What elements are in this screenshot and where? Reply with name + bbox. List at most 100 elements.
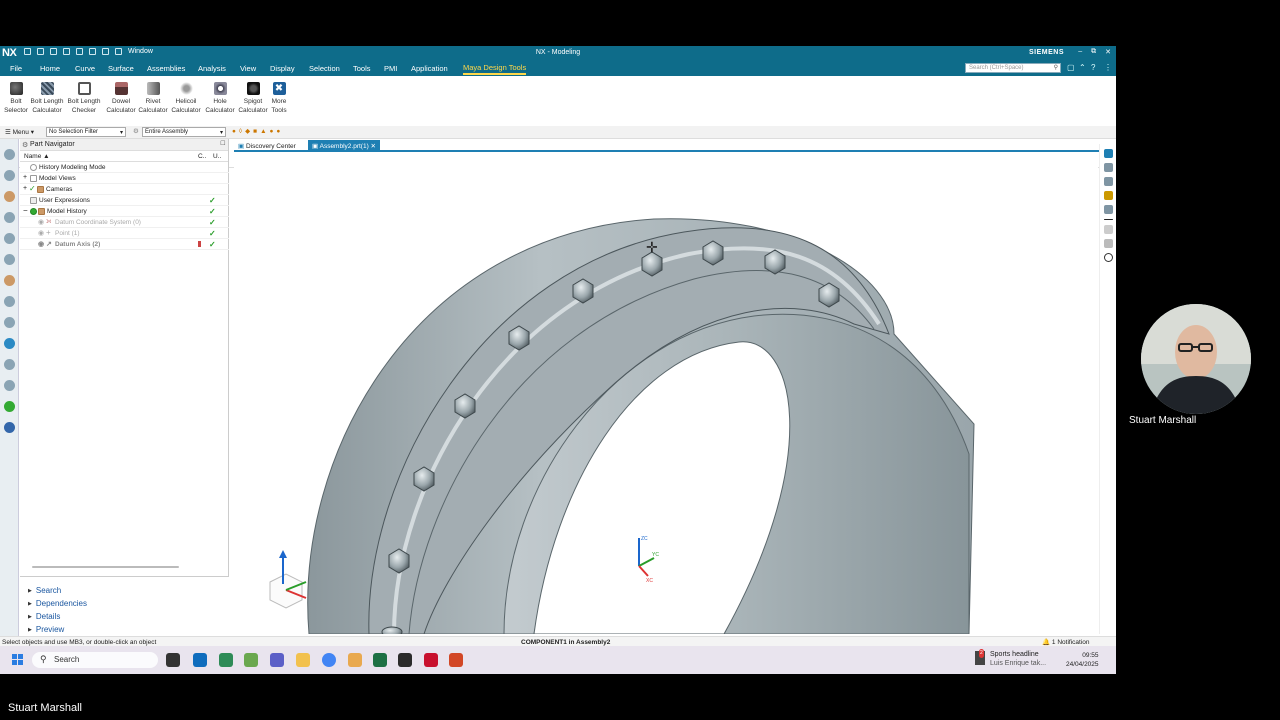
menu-selection[interactable]: Selection bbox=[309, 64, 340, 73]
bolt-length-checker-button[interactable]: Bolt Length Checker bbox=[66, 82, 102, 115]
c-column-header[interactable]: C.. bbox=[198, 153, 206, 160]
minimize-button[interactable]: – bbox=[1078, 48, 1082, 56]
selection-filter-dropdown[interactable]: No Selection Filter ▾ bbox=[46, 127, 126, 137]
selection-scope-dropdown[interactable]: Entire Assembly ▾ bbox=[142, 127, 226, 137]
tree-row-model-history[interactable]: − Model History ✓ bbox=[20, 206, 229, 217]
menu-display[interactable]: Display bbox=[270, 64, 295, 73]
menu-application[interactable]: Application bbox=[411, 64, 448, 73]
flange-model[interactable]: ZC YC XC ✛ bbox=[234, 154, 1098, 634]
roles-icon[interactable] bbox=[4, 338, 15, 349]
dependencies-panel[interactable]: Dependencies bbox=[28, 599, 87, 608]
tree-row-datum-axis[interactable]: ◉ ↗ Datum Axis (2) ✓ bbox=[20, 239, 229, 250]
menu-assemblies[interactable]: Assemblies bbox=[147, 64, 185, 73]
bolt-selector-button[interactable]: Bolt Selector bbox=[3, 82, 29, 115]
expand-icon[interactable]: + bbox=[23, 185, 27, 192]
reuse-library-icon[interactable] bbox=[4, 212, 15, 223]
hd3d-tools-icon[interactable] bbox=[4, 233, 15, 244]
chart-app-icon[interactable] bbox=[244, 653, 258, 667]
shaded-icon[interactable] bbox=[1103, 163, 1113, 172]
menu-analysis[interactable]: Analysis bbox=[198, 64, 226, 73]
outlook-icon[interactable] bbox=[193, 653, 207, 667]
menu-surface[interactable]: Surface bbox=[108, 64, 134, 73]
windows-start-button[interactable] bbox=[12, 654, 24, 666]
fullscreen-icon[interactable]: ▢ bbox=[1067, 63, 1075, 72]
collapse-icon[interactable]: − bbox=[23, 206, 28, 215]
hole-calculator-button[interactable]: Hole Calculator bbox=[204, 82, 236, 115]
close-button[interactable]: ✕ bbox=[1105, 48, 1111, 56]
web-browser-icon[interactable] bbox=[4, 254, 15, 265]
teams-icon[interactable] bbox=[270, 653, 284, 667]
check-icon[interactable]: ✓ bbox=[29, 184, 36, 193]
helicoil-calculator-button[interactable]: Helicoil Calculator bbox=[170, 82, 202, 115]
chrome-icon[interactable] bbox=[322, 653, 336, 667]
clock-icon[interactable] bbox=[4, 359, 15, 370]
menu-button[interactable]: ☰ Menu ▾ bbox=[5, 128, 34, 136]
history-icon[interactable] bbox=[4, 275, 15, 286]
menu-tools[interactable]: Tools bbox=[353, 64, 371, 73]
nx-taskbar-icon[interactable] bbox=[424, 653, 438, 667]
edge-display-icon[interactable] bbox=[1103, 239, 1113, 248]
details-panel[interactable]: Details bbox=[28, 612, 60, 621]
layers-icon[interactable] bbox=[1103, 225, 1113, 234]
news-widget[interactable]: 2 Sports headline Luis Enrique tak... bbox=[975, 649, 1046, 668]
preview-panel[interactable]: Preview bbox=[28, 625, 64, 634]
collapse-ribbon-icon[interactable]: ⌃ bbox=[1079, 63, 1086, 72]
manufacturing-wizards-icon[interactable] bbox=[4, 317, 15, 328]
powerpoint-icon[interactable] bbox=[449, 653, 463, 667]
fit-view-icon[interactable] bbox=[1103, 149, 1113, 158]
menu-maya-design-tools[interactable]: Maya Design Tools bbox=[463, 63, 527, 75]
sphere-icon[interactable] bbox=[1103, 177, 1113, 186]
paint-icon[interactable] bbox=[348, 653, 362, 667]
help-icon[interactable]: ? bbox=[1091, 63, 1095, 72]
more-tools-button[interactable]: ✖ More Tools bbox=[266, 82, 292, 115]
orient-icon[interactable] bbox=[1103, 205, 1113, 214]
excel-like-icon[interactable] bbox=[219, 653, 233, 667]
constraint-navigator-icon[interactable] bbox=[4, 170, 15, 181]
taskbar-search[interactable]: ⚲ Search bbox=[32, 652, 158, 668]
hidden-eye-icon[interactable]: ◉ bbox=[38, 218, 44, 226]
command-search-input[interactable]: Search (Ctrl+Space) ⚲ bbox=[965, 63, 1061, 73]
k-icon[interactable] bbox=[4, 422, 15, 433]
u-column-header[interactable]: U.. bbox=[213, 153, 221, 160]
tree-row-cameras[interactable]: + ✓ Cameras bbox=[20, 184, 229, 195]
menu-file[interactable]: File bbox=[10, 64, 22, 73]
rivet-calculator-button[interactable]: Rivet Calculator bbox=[138, 82, 168, 115]
graphics-viewport[interactable]: ZC YC XC ✛ bbox=[234, 154, 1098, 634]
tree-row-history-mode[interactable]: History Modeling Mode bbox=[20, 162, 229, 173]
search-panel[interactable]: Search bbox=[28, 586, 61, 595]
hidden-eye-icon[interactable]: ◉ bbox=[38, 240, 44, 248]
maximize-panel-icon[interactable]: □ bbox=[221, 140, 225, 147]
menu-home[interactable]: Home bbox=[40, 64, 60, 73]
tree-row-model-views[interactable]: + Model Views bbox=[20, 173, 229, 184]
hidden-eye-icon[interactable]: ◉ bbox=[38, 229, 44, 237]
filter-icon[interactable]: ⚙ bbox=[133, 127, 139, 135]
excel-icon[interactable] bbox=[373, 653, 387, 667]
no-entry-icon[interactable] bbox=[1103, 253, 1113, 262]
tab-assembly2[interactable]: ▣ Assembly2.prt(1) ✕ bbox=[308, 140, 380, 151]
task-view-icon[interactable] bbox=[166, 653, 180, 667]
part-navigator-icon[interactable] bbox=[4, 191, 15, 202]
settings-icon[interactable]: ⚙ bbox=[22, 141, 28, 149]
tree-row-datum-csys[interactable]: ◉ ⟕ Datum Coordinate System (0) ✓ bbox=[20, 217, 229, 228]
notification-indicator[interactable]: 🔔 1 Notification bbox=[1042, 638, 1089, 646]
system-clock[interactable]: 09:55 24/04/2025 bbox=[1066, 651, 1099, 669]
menu-pmi[interactable]: PMI bbox=[384, 64, 397, 73]
tab-discovery-center[interactable]: ▣ Discovery Center bbox=[234, 140, 300, 151]
menu-view[interactable]: View bbox=[240, 64, 256, 73]
orientation-cube[interactable] bbox=[269, 550, 307, 609]
restore-button[interactable]: ⧉ bbox=[1091, 48, 1096, 56]
assembly-navigator-icon[interactable] bbox=[4, 149, 15, 160]
snap-icon[interactable] bbox=[1103, 191, 1113, 200]
process-studio-icon[interactable] bbox=[4, 296, 15, 307]
terminal-icon[interactable] bbox=[398, 653, 412, 667]
file-explorer-icon[interactable] bbox=[296, 653, 310, 667]
tree-row-point[interactable]: ◉ + Point (1) ✓ bbox=[20, 228, 229, 239]
tab-close-icon[interactable]: ✕ bbox=[371, 143, 376, 150]
bolt-length-calculator-button[interactable]: Bolt Length Calculator bbox=[29, 82, 65, 115]
snap-tools-icons[interactable]: ●◊◆■▲●● bbox=[232, 127, 283, 135]
teamcenter-icon[interactable] bbox=[4, 401, 15, 412]
spigot-calculator-button[interactable]: Spigot Calculator bbox=[237, 82, 269, 115]
expand-icon[interactable]: + bbox=[23, 174, 27, 181]
tree-row-user-expressions[interactable]: User Expressions ✓ bbox=[20, 195, 229, 206]
horizontal-scrollbar[interactable] bbox=[32, 566, 179, 568]
